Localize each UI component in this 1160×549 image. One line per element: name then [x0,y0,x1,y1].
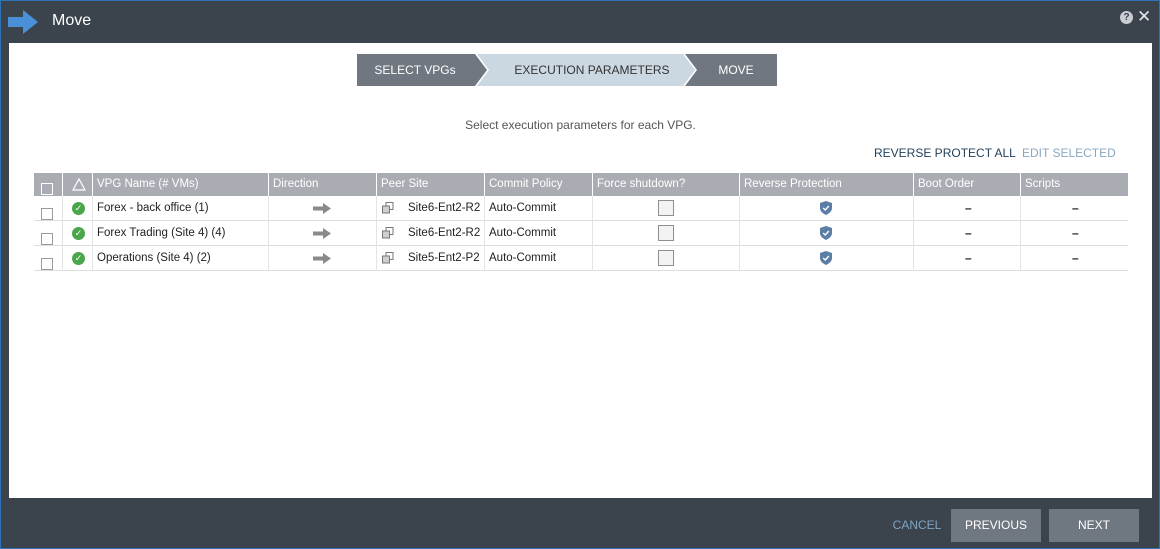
table-row[interactable]: ✓ Operations (Site 4) (2) Site5-Ent2-P2 … [34,246,1128,271]
select-all-column [34,173,63,196]
row-checkbox[interactable] [41,232,53,245]
arrow-right-icon [313,228,331,239]
column-header-scripts[interactable]: Scripts [1021,173,1128,196]
table-row[interactable]: ✓ Forex Trading (Site 4) (4) Site6-Ent2-… [34,221,1128,246]
site-icon [382,227,394,239]
boot-order: – [965,251,972,265]
check-circle-icon: ✓ [72,202,85,215]
boot-order: – [965,226,972,240]
shield-icon [820,201,832,215]
cancel-button[interactable]: CANCEL [881,509,953,542]
dialog-content: SELECT VPGs EXECUTION PARAMETERS MOVE Se… [9,43,1152,498]
dialog-title: Move [52,12,92,29]
commit-policy: Auto-Commit [485,246,593,271]
force-shutdown-checkbox[interactable] [658,225,674,241]
check-circle-icon: ✓ [72,227,85,240]
site-icon [382,252,394,264]
table-row[interactable]: ✓ Forex - back office (1) Site6-Ent2-R2 … [34,196,1128,221]
vpg-name: Forex - back office (1) [93,196,269,221]
force-shutdown-checkbox[interactable] [658,200,674,216]
commit-policy: Auto-Commit [485,221,593,246]
close-icon[interactable]: ✕ [1137,7,1151,27]
column-header-commit-policy[interactable]: Commit Policy [485,173,593,196]
column-header-direction[interactable]: Direction [269,173,377,196]
peer-site: Site6-Ent2-R2 [408,202,481,214]
row-checkbox[interactable] [41,257,53,270]
peer-site: Site6-Ent2-R2 [408,227,481,239]
arrow-right-icon [313,203,331,214]
column-header-force-shutdown[interactable]: Force shutdown? [593,173,740,196]
previous-button[interactable]: PREVIOUS [951,509,1041,542]
force-shutdown-checkbox[interactable] [658,250,674,266]
column-header-reverse-protection[interactable]: Reverse Protection [740,173,914,196]
boot-order: – [965,201,972,215]
vpg-name: Operations (Site 4) (2) [93,246,269,271]
shield-icon [820,226,832,240]
vpg-name: Forex Trading (Site 4) (4) [93,221,269,246]
shield-icon [820,251,832,265]
instruction-text: Select execution parameters for each VPG… [465,118,696,132]
step-execution-parameters: EXECUTION PARAMETERS [477,54,695,86]
select-all-checkbox[interactable] [41,182,53,195]
site-icon [382,202,394,214]
arrow-right-icon [8,10,38,34]
row-checkbox[interactable] [41,207,53,220]
column-header-peer-site[interactable]: Peer Site [377,173,485,196]
column-header-boot-order[interactable]: Boot Order [914,173,1021,196]
wizard-steps: SELECT VPGs EXECUTION PARAMETERS MOVE [357,54,777,86]
move-dialog: Move ? ✕ SELECT VPGs EXECUTION PARAMETER… [0,0,1160,549]
edit-selected-link[interactable]: EDIT SELECTED [1022,146,1116,160]
commit-policy: Auto-Commit [485,196,593,221]
next-button[interactable]: NEXT [1049,509,1139,542]
alert-triangle-icon [72,178,86,191]
peer-site: Site5-Ent2-P2 [408,252,480,264]
step-move: MOVE [685,54,777,86]
scripts: – [1072,201,1079,215]
alert-column [63,173,93,196]
scripts: – [1072,226,1079,240]
column-header-vpg-name[interactable]: VPG Name (# VMs) [93,173,269,196]
reverse-protect-all-link[interactable]: REVERSE PROTECT ALL [874,146,1016,160]
step-select-vpgs[interactable]: SELECT VPGs [357,54,487,86]
title-bar: Move ? ✕ [1,1,1159,43]
arrow-right-icon [313,253,331,264]
help-icon[interactable]: ? [1120,11,1133,24]
vpg-table: VPG Name (# VMs) Direction Peer Site Com… [34,173,1128,271]
scripts: – [1072,251,1079,265]
dialog-footer: CANCEL PREVIOUS NEXT [1,499,1159,548]
table-header: VPG Name (# VMs) Direction Peer Site Com… [34,173,1128,196]
check-circle-icon: ✓ [72,252,85,265]
